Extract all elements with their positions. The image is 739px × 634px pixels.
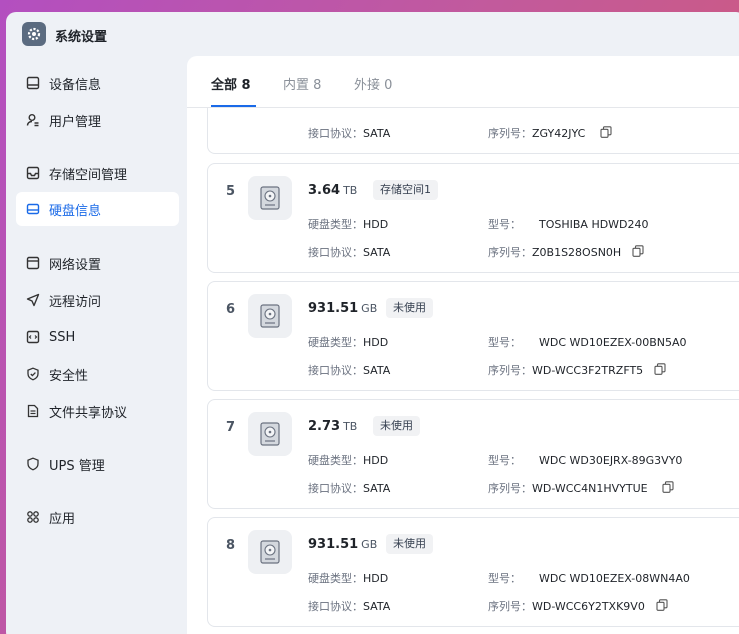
tab-all[interactable]: 全部 8 <box>211 74 251 93</box>
serial-field: 序列号：WD-WCC3F2TRZFT5 <box>488 364 644 377</box>
disk-icon <box>25 202 40 217</box>
status-badge: 存储空间1 <box>373 180 438 200</box>
sidebar-item-disk-info[interactable]: 硬盘信息 <box>16 192 179 226</box>
sidebar-item-label: 用户管理 <box>49 114 102 130</box>
copy-icon[interactable] <box>632 245 644 257</box>
settings-gear-icon <box>22 22 46 46</box>
disk-capacity: 931.51 GB <box>308 537 378 552</box>
status-badge: 未使用 <box>373 416 420 436</box>
hard-drive-icon <box>248 176 292 220</box>
sidebar-item-label: 设备信息 <box>49 77 102 93</box>
app-title: 系统设置 <box>55 30 108 45</box>
sidebar-item-label: 远程访问 <box>49 294 102 310</box>
disk-index: 7 <box>226 420 236 435</box>
sidebar-item-label: UPS 管理 <box>49 458 105 474</box>
network-icon <box>25 256 40 271</box>
tab-active-indicator <box>211 105 256 107</box>
model-field: 型号： WDC WD10EZEX-08WN4A0 <box>488 572 690 585</box>
disk-capacity: 2.73 TB <box>308 419 358 434</box>
disk-type-field: 硬盘类型：HDD <box>308 454 389 467</box>
copy-icon[interactable] <box>656 599 668 611</box>
disk-capacity: 3.64 TB <box>308 183 358 198</box>
disk-type-field: 硬盘类型：HDD <box>308 572 389 585</box>
document-icon <box>25 404 40 419</box>
sidebar-item-remote-access[interactable]: 远程访问 <box>16 283 179 317</box>
status-badge: 未使用 <box>386 298 433 318</box>
sidebar-item-security[interactable]: 安全性 <box>16 357 179 391</box>
serial-field: 序列号：WD-WCC4N1HVYTUE <box>488 482 648 495</box>
disk-card: 8 931.51 GB 未使用 硬盘类型：HDD 型号： WDC WD10EZEX-… <box>207 517 739 627</box>
disk-type-field: 硬盘类型：HDD <box>308 336 389 349</box>
sidebar-item-apps[interactable]: 应用 <box>16 500 179 534</box>
interface-field: 接口协议：SATA <box>308 482 391 495</box>
model-field: 型号： TOSHIBA HDWD240 <box>488 218 649 231</box>
sidebar: 设备信息 用户管理 存储空间管理 硬盘信息 网络设置 远程访问 SSH 安全性 <box>6 58 186 634</box>
copy-icon[interactable] <box>654 363 666 375</box>
user-icon <box>25 113 40 128</box>
serial-field: 序列号：ZGY42JYC <box>488 127 586 140</box>
send-icon <box>25 293 40 308</box>
sidebar-item-label: 存储空间管理 <box>49 167 128 183</box>
ups-shield-icon <box>25 457 40 472</box>
title-bar: 系统设置 <box>6 12 739 58</box>
interface-field: 接口协议：SATA <box>308 364 391 377</box>
sidebar-item-network[interactable]: 网络设置 <box>16 246 179 280</box>
code-icon <box>25 330 40 345</box>
disk-card-partial: 接口协议：SATA 序列号：ZGY42JYC <box>207 108 739 154</box>
sidebar-item-storage[interactable]: 存储空间管理 <box>16 156 179 190</box>
disk-index: 6 <box>226 302 236 317</box>
model-field: 型号： WDC WD10EZEX-00BN5A0 <box>488 336 687 349</box>
sidebar-item-ssh[interactable]: SSH <box>16 320 179 354</box>
hard-drive-icon <box>248 530 292 574</box>
sidebar-item-label: 网络设置 <box>49 257 102 273</box>
sidebar-item-label: 应用 <box>49 511 76 527</box>
interface-field: 接口协议：SATA <box>308 600 391 613</box>
apps-icon <box>25 510 40 525</box>
disk-card: 6 931.51 GB 未使用 硬盘类型：HDD 型号： WDC WD10EZEX-… <box>207 281 739 391</box>
disk-index: 8 <box>226 538 236 553</box>
main-panel: 全部 8 内置 8 外接 0 接口协议：SATA 序列号：ZGY42JYC 5 … <box>187 56 739 634</box>
hard-drive-icon <box>248 412 292 456</box>
sidebar-item-file-sharing[interactable]: 文件共享协议 <box>16 394 179 428</box>
sidebar-item-label: 安全性 <box>49 368 89 384</box>
model-field: 型号： WDC WD30EJRX-89G3VY0 <box>488 454 683 467</box>
sidebar-item-device-info[interactable]: 设备信息 <box>16 66 179 100</box>
storage-icon <box>25 166 40 181</box>
sidebar-item-user-management[interactable]: 用户管理 <box>16 103 179 137</box>
disk-capacity: 931.51 GB <box>308 301 378 316</box>
disk-index: 5 <box>226 184 236 199</box>
tab-bar: 全部 8 内置 8 外接 0 <box>187 56 739 108</box>
copy-icon[interactable] <box>600 126 612 138</box>
serial-field: 序列号：WD-WCC6Y2TXK9V0 <box>488 600 645 613</box>
tab-external[interactable]: 外接 0 <box>354 74 392 93</box>
settings-window: 系统设置 设备信息 用户管理 存储空间管理 硬盘信息 网络设置 远程访问 SSH… <box>6 12 739 634</box>
sidebar-item-label: SSH <box>49 329 76 345</box>
copy-icon[interactable] <box>662 481 674 493</box>
sidebar-item-ups[interactable]: UPS 管理 <box>16 447 179 481</box>
disk-card: 7 2.73 TB 未使用 硬盘类型：HDD 型号： WDC WD30EJRX-89… <box>207 399 739 509</box>
shield-icon <box>25 367 40 382</box>
hard-drive-icon <box>248 294 292 338</box>
device-info-icon <box>25 76 40 91</box>
tab-internal[interactable]: 内置 8 <box>283 74 321 93</box>
serial-field: 序列号：Z0B1S28OSN0H <box>488 246 622 259</box>
sidebar-item-label: 文件共享协议 <box>49 405 128 421</box>
interface-field: 接口协议：SATA <box>308 127 391 140</box>
disk-card: 5 3.64 TB 存储空间1 硬盘类型：HDD 型号： TOSHIBA HDWD2… <box>207 163 739 273</box>
disk-type-field: 硬盘类型：HDD <box>308 218 389 231</box>
status-badge: 未使用 <box>386 534 433 554</box>
interface-field: 接口协议：SATA <box>308 246 391 259</box>
sidebar-item-label: 硬盘信息 <box>49 203 102 219</box>
